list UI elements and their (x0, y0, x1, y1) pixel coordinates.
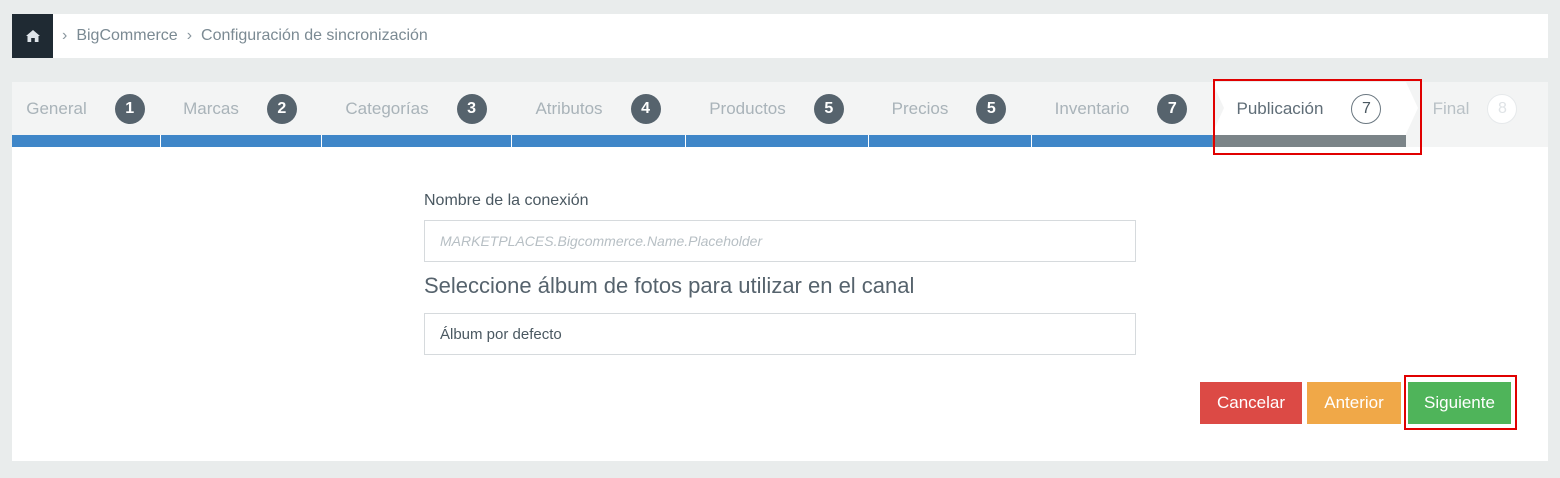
step-label: General (26, 98, 87, 118)
step-progress-bar (868, 135, 1031, 147)
step-number-badge: 3 (456, 93, 487, 124)
connection-name-label: Nombre de la conexión (424, 192, 589, 209)
step-number-badge: 2 (266, 93, 297, 124)
step-progress-bar (321, 135, 511, 147)
step-label: Atributos (535, 98, 603, 118)
step-progress-bar (160, 135, 321, 147)
step-progress-bar (1031, 135, 1212, 147)
step-progress-bar (511, 135, 685, 147)
step-categorias[interactable]: Categorías 3 (321, 82, 511, 135)
step-label: Marcas (183, 98, 239, 118)
step-number-badge: 1 (114, 93, 145, 124)
step-number-badge: 4 (630, 93, 661, 124)
step-number-badge: 7 (1157, 93, 1188, 124)
step-label: Precios (891, 98, 949, 118)
step-general[interactable]: General 1 (12, 82, 159, 135)
breadcrumb: › BigCommerce › Configuración de sincron… (12, 14, 1548, 58)
step-progress-bar (12, 135, 160, 147)
step-label: Final (1432, 98, 1470, 118)
step-progress-bar (685, 135, 868, 147)
step-final[interactable]: Final 8 (1420, 82, 1530, 135)
step-marcas[interactable]: Marcas 2 (160, 82, 320, 135)
highlight-box-active-step (1213, 79, 1422, 155)
connection-form: Nombre de la conexión MARKETPLACES.Bigco… (424, 192, 1136, 355)
step-label: Inventario (1054, 98, 1130, 118)
chevron-right-icon: › (186, 27, 193, 44)
breadcrumb-item-sync-config: Configuración de sincronización (201, 27, 428, 44)
connection-name-input[interactable]: MARKETPLACES.Bigcommerce.Name.Placeholde… (424, 220, 1136, 262)
step-inventario[interactable]: Inventario 7 (1031, 82, 1211, 135)
album-section-title: Seleccione álbum de fotos para utilizar … (424, 273, 915, 298)
sync-config-card: General 1 Marcas 2 Categorías 3 Atributo… (12, 79, 1548, 461)
previous-button[interactable]: Anterior (1307, 382, 1401, 424)
step-atributos[interactable]: Atributos 4 (511, 82, 685, 135)
step-label: Categorías (345, 98, 429, 118)
home-button[interactable] (12, 14, 53, 58)
step-number-badge: 5 (813, 93, 844, 124)
cancel-button[interactable]: Cancelar (1200, 382, 1302, 424)
step-productos[interactable]: Productos 5 (685, 82, 868, 135)
home-icon (25, 30, 40, 42)
step-precios[interactable]: Precios 5 (868, 82, 1030, 135)
step-number-badge: 5 (976, 93, 1007, 124)
step-label: Productos (709, 98, 786, 118)
highlight-box-next-button (1404, 375, 1517, 430)
breadcrumb-item-bigcommerce[interactable]: BigCommerce (76, 27, 177, 45)
album-select[interactable]: Álbum por defecto (424, 313, 1136, 355)
chevron-right-icon: › (62, 27, 68, 44)
step-number-badge: 8 (1487, 93, 1518, 124)
